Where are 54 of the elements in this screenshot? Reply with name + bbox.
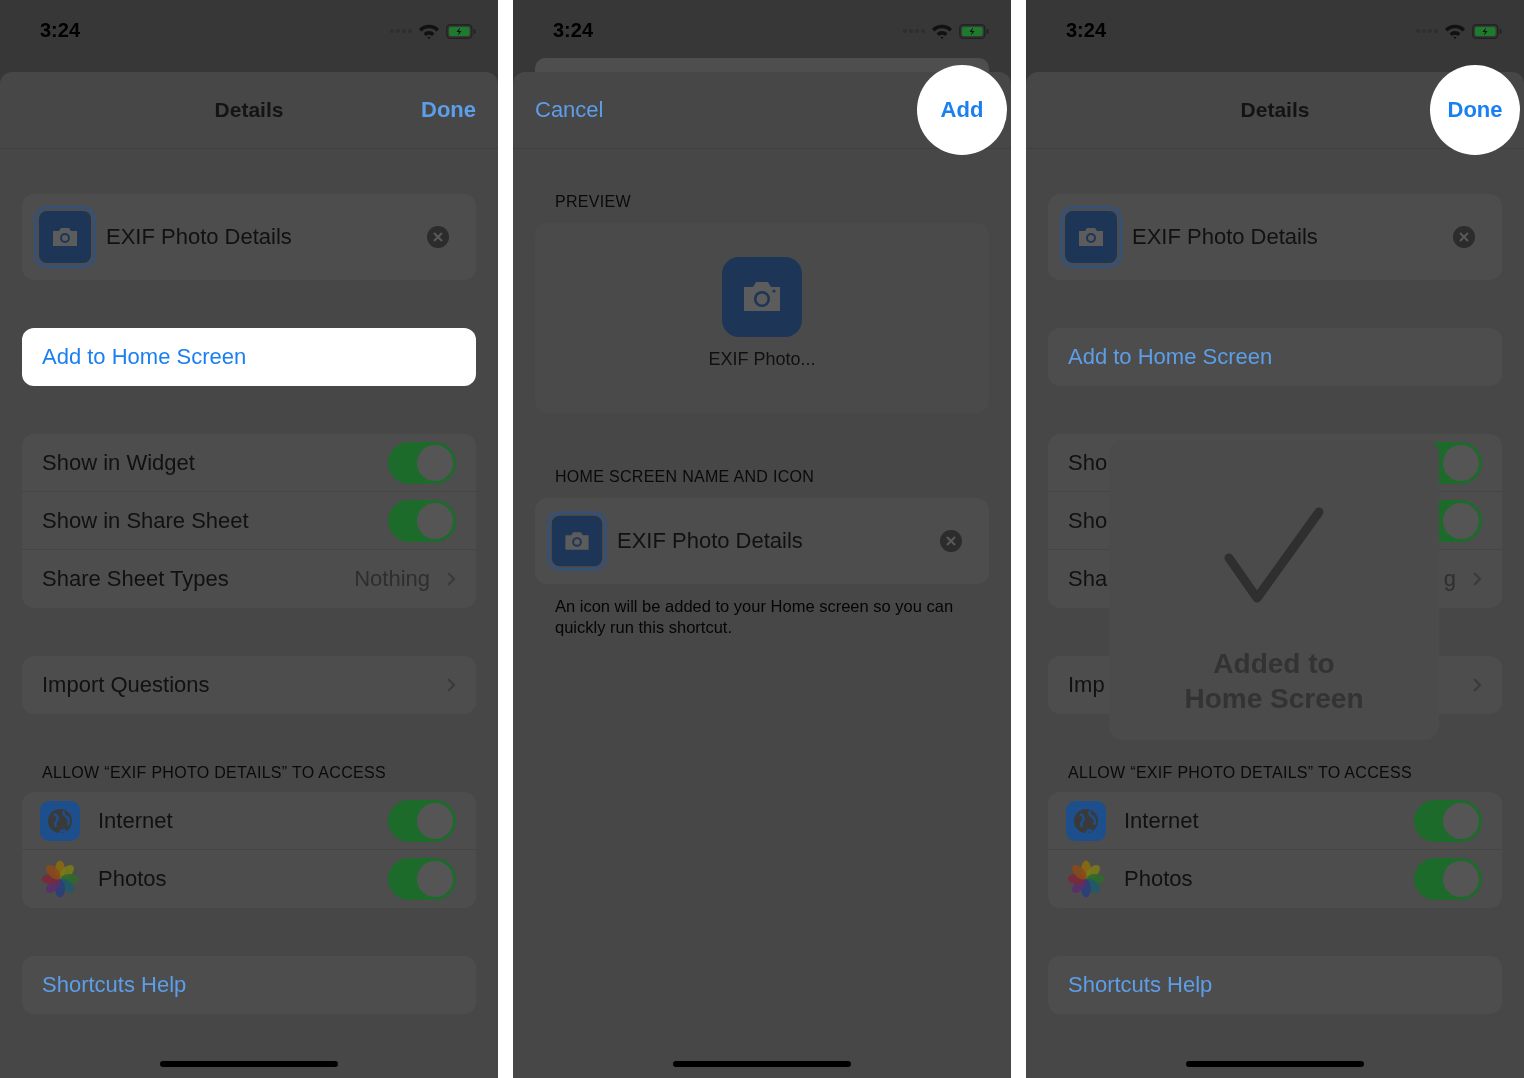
shortcuts-help-link[interactable]: Shortcuts Help [22,956,476,1014]
add-button[interactable]: Add [917,65,1007,155]
wifi-icon [931,23,953,39]
add-to-home-screen-button[interactable]: Add to Home Screen [22,328,476,386]
toggle-switch[interactable] [1414,858,1482,900]
section-header: ALLOW “EXIF PHOTO DETAILS” TO ACCESS [41,764,387,782]
footnote-text: An icon will be added to your Home screen so you can quickly run this shortcut. [554,596,955,638]
clear-icon[interactable] [426,225,450,249]
row-label: Imp [1068,672,1106,698]
flower-icon [1066,859,1106,899]
cancel-button[interactable]: Cancel [535,97,604,123]
permission-label: Internet [1124,807,1200,834]
permission-label: Internet [98,807,174,834]
clear-icon[interactable] [939,529,963,553]
battery-icon [959,23,989,39]
toggle-switch[interactable] [388,799,456,842]
camera-icon [34,206,96,268]
app-icon-label: EXIF Photo... [708,349,816,370]
name-field[interactable]: EXIF Photo Details [535,498,989,584]
toggle-switch[interactable] [1414,799,1482,842]
toggle-switch[interactable] [388,858,456,900]
import-questions-row[interactable]: Import Questions [22,656,476,714]
camera-icon [1060,206,1122,268]
setting-label: Sho [1068,449,1109,476]
camera-app-icon [722,257,802,337]
setting-label: Show in Share Sheet [42,507,250,534]
toggle-switch[interactable] [388,441,456,484]
shortcuts-help-link[interactable]: Shortcuts Help [1048,956,1502,1014]
setting-label: Show in Widget [42,449,196,476]
shortcut-name: EXIF Photo Details [1132,224,1319,250]
wifi-icon [1444,23,1466,39]
setting-label: Share Sheet Types [42,566,230,592]
toggle-switch[interactable] [388,499,456,542]
camera-icon [547,511,607,571]
permission-label: Photos [98,866,168,892]
battery-icon [1472,23,1502,39]
add-to-home-screen-button[interactable]: Add to Home Screen [1048,328,1502,386]
globe-icon [1066,800,1106,841]
section-header: PREVIEW [554,193,632,211]
done-button[interactable]: Done [1430,65,1520,155]
battery-icon [446,23,476,39]
permission-label: Photos [1124,866,1194,892]
clear-icon[interactable] [1452,225,1476,249]
setting-label: Sha [1068,566,1109,592]
setting-label: Sho [1068,507,1109,534]
section-header: HOME SCREEN NAME AND ICON [554,468,816,486]
shortcut-name: EXIF Photo Details [617,528,804,554]
shortcut-name: EXIF Photo Details [106,224,293,250]
section-header: ALLOW “EXIF PHOTO DETAILS” TO ACCESS [1067,764,1413,782]
done-button[interactable]: Done [421,97,476,123]
flower-icon [40,859,80,899]
row-label: Import Questions [42,672,211,698]
wifi-icon [418,23,440,39]
globe-icon [40,800,80,841]
